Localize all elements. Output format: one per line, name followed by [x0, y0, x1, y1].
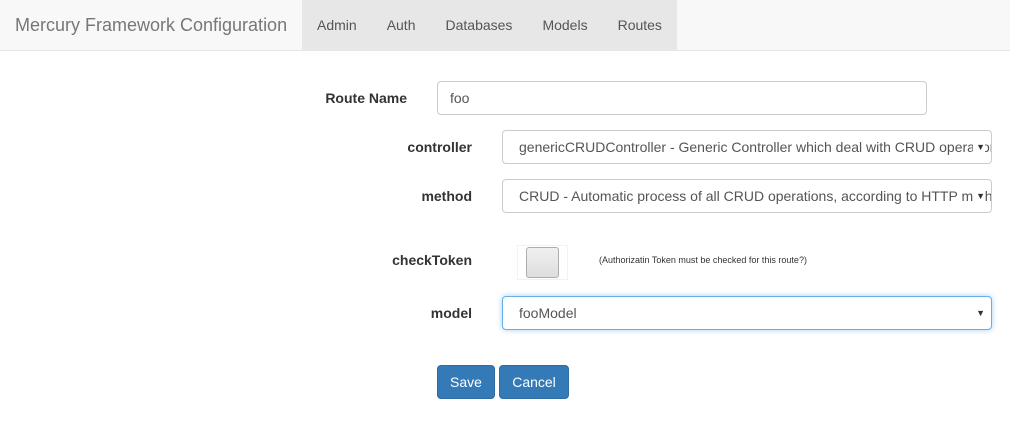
nav-tabs: Admin Auth Databases Models Routes [302, 0, 677, 50]
navbar: Mercury Framework Configuration Admin Au… [0, 0, 1010, 51]
method-value: CRUD - Automatic process of all CRUD ope… [519, 188, 992, 204]
chevron-down-icon: ▼ [973, 131, 985, 163]
route-name-label: Route Name [325, 90, 407, 106]
brand-title[interactable]: Mercury Framework Configuration [15, 0, 287, 50]
model-select[interactable]: fooModel ▼ [502, 296, 992, 330]
check-token-label: checkToken [392, 252, 472, 268]
check-token-wrapper [517, 245, 568, 280]
chevron-down-icon: ▼ [973, 297, 985, 329]
tab-databases[interactable]: Databases [431, 0, 528, 50]
tab-models[interactable]: Models [527, 0, 602, 50]
controller-value: genericCRUDController - Generic Controll… [519, 139, 992, 155]
chevron-down-icon: ▼ [973, 180, 985, 212]
controller-select[interactable]: genericCRUDController - Generic Controll… [502, 130, 992, 164]
save-button[interactable]: Save [437, 365, 495, 399]
cancel-button[interactable]: Cancel [499, 365, 569, 399]
tab-routes[interactable]: Routes [603, 0, 677, 50]
route-name-value: foo [450, 90, 470, 106]
route-name-input[interactable]: foo [437, 81, 927, 115]
method-label: method [421, 188, 472, 204]
method-select[interactable]: CRUD - Automatic process of all CRUD ope… [502, 179, 992, 213]
model-value: fooModel [519, 305, 577, 321]
tab-admin[interactable]: Admin [302, 0, 372, 50]
tab-auth[interactable]: Auth [372, 0, 431, 50]
model-label: model [430, 305, 472, 321]
check-token-hint: (Authorizatin Token must be checked for … [599, 255, 807, 265]
check-token-checkbox[interactable] [526, 247, 559, 278]
controller-label: controller [407, 139, 472, 155]
